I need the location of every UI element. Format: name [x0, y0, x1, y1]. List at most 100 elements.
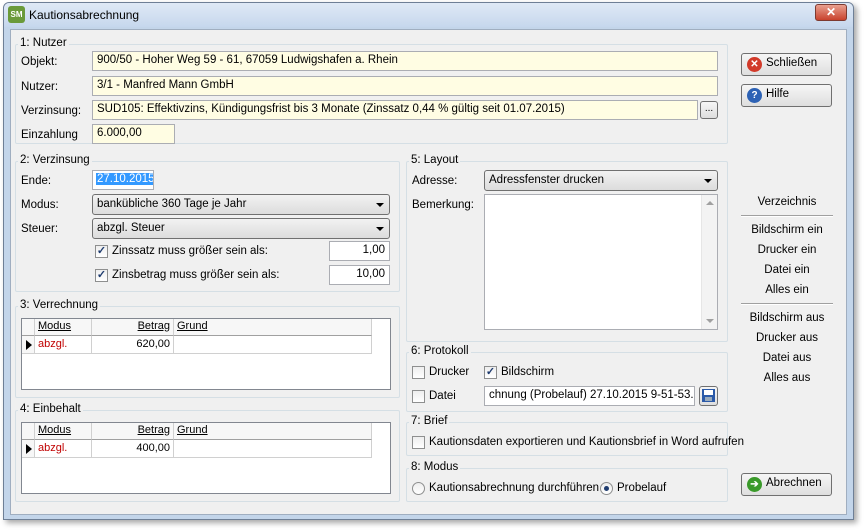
adresse-value: Adressfenster drucken	[489, 174, 605, 186]
table-cell-betrag[interactable]: 620,00	[92, 336, 174, 354]
divider	[741, 303, 833, 305]
abrechnen-button[interactable]: ➔ Abrechnen	[741, 473, 832, 496]
objekt-field[interactable]: 900/50 - Hoher Weg 59 - 61, 67059 Ludwig…	[92, 51, 718, 71]
modus-label: Modus:	[21, 199, 59, 211]
divider	[741, 215, 833, 217]
objekt-label: Objekt:	[21, 56, 58, 68]
datei-ein-link[interactable]: Datei ein	[739, 264, 835, 276]
column-header-grund[interactable]: Grund	[174, 423, 372, 440]
bildschirm-ein-link[interactable]: Bildschirm ein	[739, 224, 835, 236]
alles-ein-link[interactable]: Alles ein	[739, 284, 835, 296]
steuer-select[interactable]: abzgl. Steuer	[92, 218, 390, 239]
main-window: SM Kautionsabrechnung ✕ 1: Nutzer Objekt…	[3, 2, 854, 520]
drucker-ein-link[interactable]: Drucker ein	[739, 244, 835, 256]
chevron-down-icon	[376, 227, 384, 231]
group-nutzer-title: 1: Nutzer	[18, 37, 69, 49]
probelauf-radio[interactable]	[600, 482, 613, 495]
column-header-betrag[interactable]: Betrag	[92, 423, 174, 440]
durchfuehren-label: Kautionsabrechnung durchführen	[429, 482, 600, 494]
row-indicator-icon	[22, 440, 35, 458]
group-verzinsung-title: 2: Verzinsung	[18, 154, 92, 166]
adresse-label: Adresse:	[412, 175, 458, 187]
help-icon: ?	[747, 88, 762, 103]
durchfuehren-radio[interactable]	[412, 482, 425, 495]
schliessen-label: Schließen	[766, 57, 818, 69]
table-cell-grund[interactable]	[174, 440, 372, 458]
window-title: Kautionsabrechnung	[29, 8, 140, 22]
verzeichnis-label: Verzeichnis	[757, 196, 817, 208]
column-header-betrag[interactable]: Betrag	[92, 319, 174, 336]
ende-field[interactable]: 27.10.2015	[92, 170, 154, 190]
bildschirm-label: Bildschirm	[501, 366, 555, 378]
zinssatz-label: Zinssatz muss größer sein als:	[112, 245, 268, 257]
einzahlung-label: Einzahlung	[21, 129, 78, 141]
zinsbetrag-field[interactable]: 10,00	[329, 265, 390, 285]
column-header-grund[interactable]: Grund	[174, 319, 372, 336]
zinsbetrag-label: Zinsbetrag muss größer sein als:	[112, 269, 280, 281]
floppy-disk-icon	[702, 389, 715, 402]
group-brief-title: 7: Brief	[409, 415, 450, 427]
zinssatz-checkbox[interactable]: ✓	[95, 245, 108, 258]
verrechnung-grid[interactable]: Modus Betrag Grund abzgl. 620,00	[21, 318, 391, 390]
datei-label: Datei	[429, 390, 456, 402]
bemerkung-scrollbar[interactable]	[701, 195, 717, 329]
zinsbetrag-checkbox[interactable]: ✓	[95, 269, 108, 282]
verzinsung-field[interactable]: SUD105: Effektivzins, Kündigungsfrist bi…	[92, 100, 698, 120]
bemerkung-label: Bemerkung:	[412, 199, 475, 211]
drucker-aus-link[interactable]: Drucker aus	[739, 332, 835, 344]
hilfe-button[interactable]: ? Hilfe	[741, 84, 832, 107]
datei-checkbox[interactable]	[412, 390, 425, 403]
close-icon: ✕	[747, 57, 762, 72]
einbehalt-grid[interactable]: Modus Betrag Grund abzgl. 400,00	[21, 422, 391, 494]
bildschirm-checkbox[interactable]: ✓	[484, 366, 497, 379]
close-window-button[interactable]: ✕	[815, 4, 847, 21]
table-cell-modus[interactable]: abzgl.	[35, 336, 92, 354]
chevron-down-icon	[376, 203, 384, 207]
export-label: Kautionsdaten exportieren und Kautionsbr…	[429, 436, 744, 448]
drucker-checkbox[interactable]	[412, 366, 425, 379]
zins-modus-value: bankübliche 360 Tage je Jahr	[97, 198, 247, 210]
table-cell-modus[interactable]: abzgl.	[35, 440, 92, 458]
drucker-label: Drucker	[429, 366, 470, 378]
column-header-modus[interactable]: Modus	[35, 423, 92, 440]
zins-modus-select[interactable]: bankübliche 360 Tage je Jahr	[92, 194, 390, 215]
hilfe-label: Hilfe	[766, 88, 790, 100]
verzinsung-label: Verzinsung:	[21, 105, 82, 117]
row-indicator-icon	[22, 336, 35, 354]
nutzer-label: Nutzer:	[21, 81, 59, 93]
ende-value: 27.10.2015	[96, 173, 154, 185]
abrechnen-label: Abrechnen	[766, 477, 822, 489]
alles-aus-link[interactable]: Alles aus	[739, 372, 835, 384]
datei-path-field[interactable]: chnung (Probelauf) 27.10.2015 9-51-53.qr…	[484, 386, 695, 406]
schliessen-button[interactable]: ✕ Schließen	[741, 53, 832, 76]
arrow-right-icon: ➔	[747, 477, 762, 492]
adresse-select[interactable]: Adressfenster drucken	[484, 170, 718, 191]
bemerkung-textarea[interactable]	[484, 194, 718, 330]
table-cell-betrag[interactable]: 400,00	[92, 440, 174, 458]
einzahlung-field[interactable]: 6.000,00	[92, 124, 175, 144]
ende-label: Ende:	[21, 175, 52, 187]
verzinsung-browse-button[interactable]: ...	[700, 101, 718, 119]
group-einbehalt-title: 4: Einbehalt	[18, 403, 83, 415]
steuer-label: Steuer:	[21, 223, 59, 235]
grid-corner	[22, 319, 35, 336]
export-checkbox[interactable]	[412, 436, 425, 449]
save-file-button[interactable]	[699, 386, 718, 406]
grid-corner	[22, 423, 35, 440]
group-modus-title: 8: Modus	[409, 461, 461, 473]
table-cell-grund[interactable]	[174, 336, 372, 354]
column-header-modus[interactable]: Modus	[35, 319, 92, 336]
app-icon: SM	[8, 6, 25, 23]
datei-aus-link[interactable]: Datei aus	[739, 352, 835, 364]
nutzer-field[interactable]: 3/1 - Manfred Mann GmbH	[92, 76, 718, 96]
zinssatz-field[interactable]: 1,00	[329, 241, 390, 261]
probelauf-label: Probelauf	[617, 482, 667, 494]
dialog-body: 1: Nutzer Objekt: 900/50 - Hoher Weg 59 …	[10, 29, 847, 515]
steuer-value: abzgl. Steuer	[97, 222, 165, 234]
chevron-down-icon	[704, 179, 712, 183]
group-layout-title: 5: Layout	[409, 154, 461, 166]
group-verrechnung-title: 3: Verrechnung	[18, 299, 101, 311]
bildschirm-aus-link[interactable]: Bildschirm aus	[739, 312, 835, 324]
group-protokoll-title: 6: Protokoll	[409, 345, 471, 357]
title-bar: SM Kautionsabrechnung ✕	[4, 3, 853, 27]
